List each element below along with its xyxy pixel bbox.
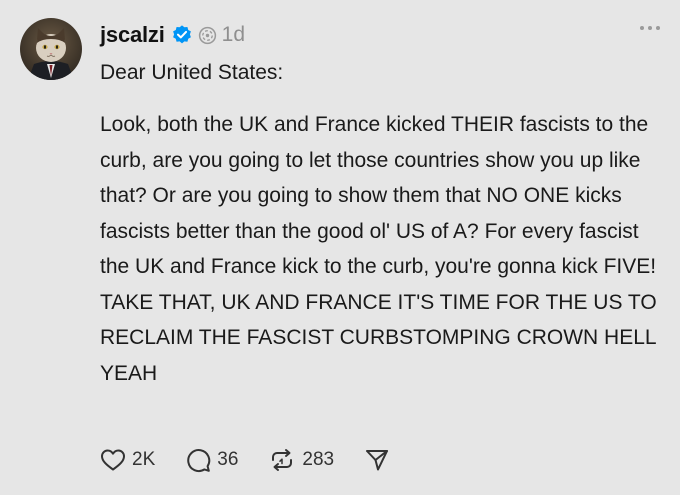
- send-icon: [364, 447, 390, 473]
- more-options-icon[interactable]: [640, 26, 660, 30]
- heart-icon: [100, 448, 126, 472]
- like-count: 2K: [132, 449, 156, 470]
- like-button[interactable]: 2K: [100, 448, 155, 472]
- username[interactable]: jscalzi: [100, 22, 165, 48]
- post-body: Look, both the UK and France kicked THEI…: [100, 113, 657, 385]
- repost-button[interactable]: 283: [268, 447, 334, 473]
- repost-count: 283: [302, 449, 335, 470]
- cat-avatar-icon: [20, 18, 82, 80]
- reply-count: 36: [217, 449, 239, 470]
- avatar[interactable]: [20, 18, 82, 80]
- post-header: jscalzi 1d: [100, 20, 245, 50]
- reply-button[interactable]: 36: [185, 447, 238, 473]
- verified-badge-icon: [171, 24, 193, 46]
- post-greeting: Dear United States:: [100, 61, 284, 84]
- comment-icon: [185, 447, 211, 473]
- repost-icon: [268, 447, 296, 473]
- action-bar: 2K 36 283: [100, 445, 420, 475]
- timestamp: 1d: [221, 23, 246, 46]
- fediverse-icon: [198, 26, 217, 45]
- post: jscalzi 1d Dear United States: Look, bot…: [0, 0, 680, 495]
- share-button[interactable]: [364, 447, 390, 473]
